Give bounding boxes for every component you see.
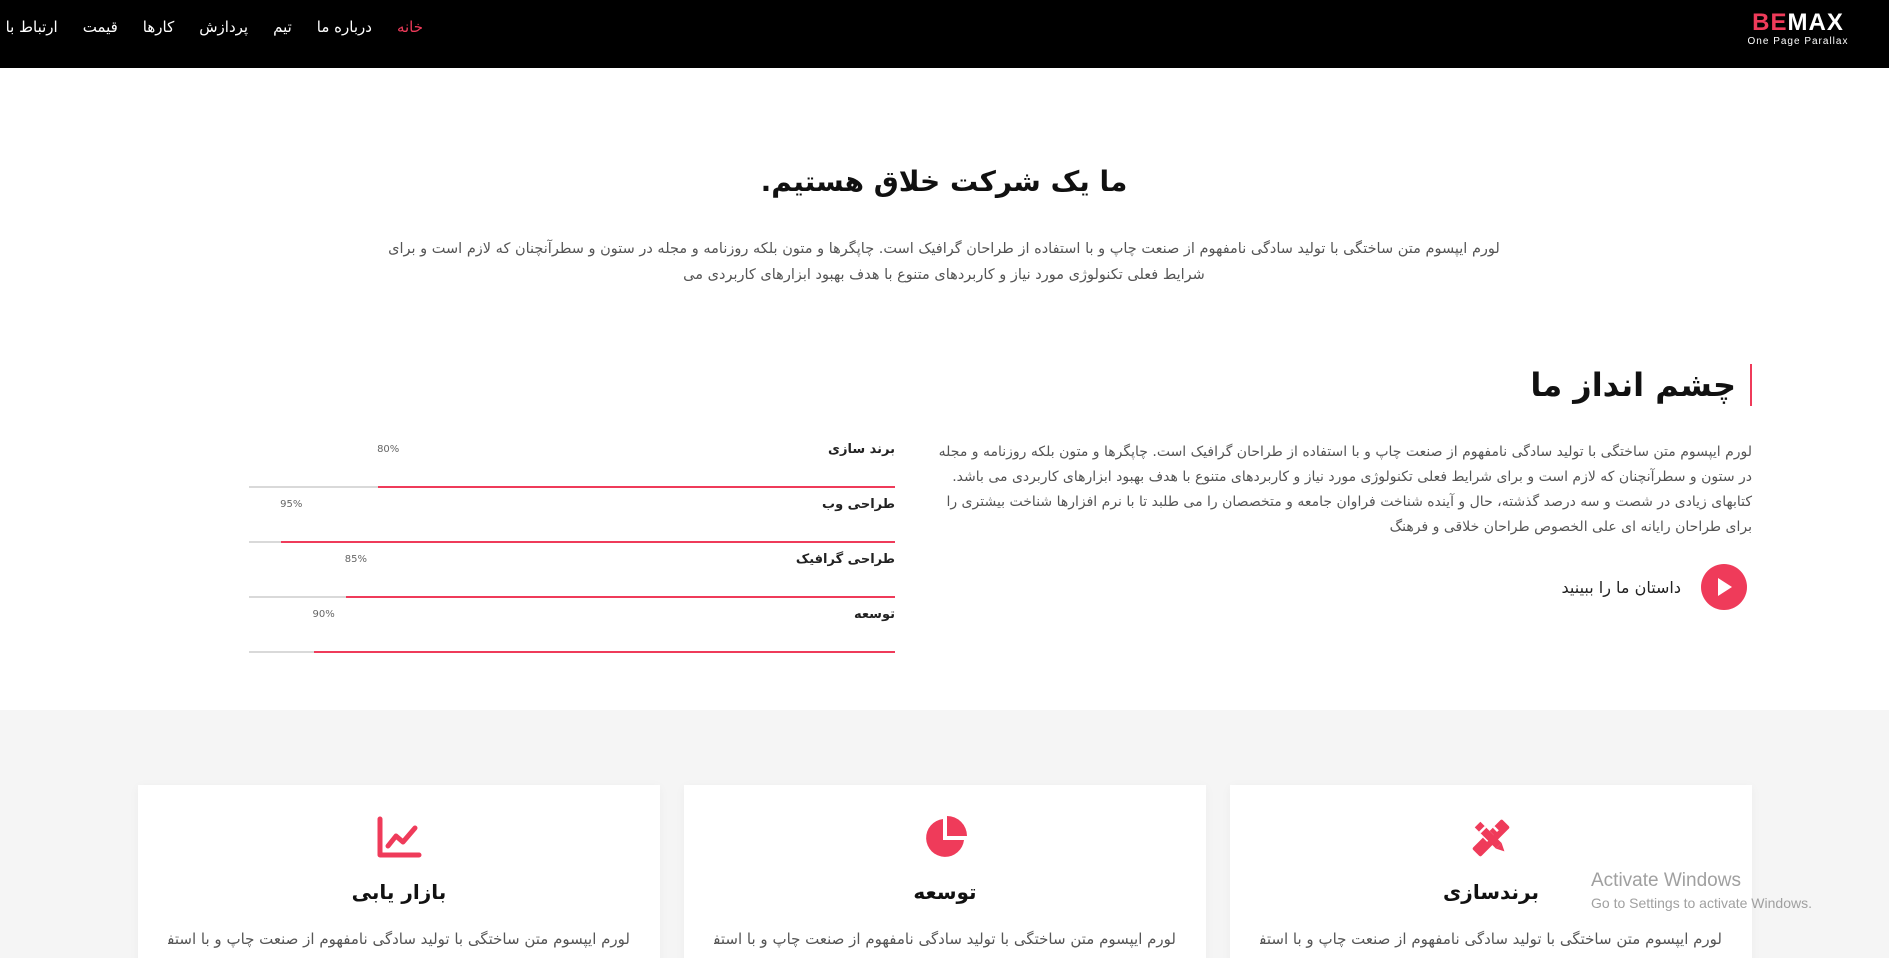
- skill-branding: برند سازی 80%: [250, 442, 896, 488]
- service-title: بازار یابی: [352, 880, 448, 904]
- service-text: لورم ایپسوم متن ساختگی با تولید سادگی نا…: [1261, 930, 1723, 948]
- nav-item-process[interactable]: پردازش: [200, 17, 249, 37]
- logo-word-max: MAX: [1788, 9, 1845, 36]
- skill-label: طراحی وب: [823, 497, 896, 512]
- nav-item-about[interactable]: درباره ما: [318, 17, 373, 37]
- service-text: لورم ایپسوم متن ساختگی با تولید سادگی نا…: [715, 930, 1177, 948]
- main-nav: خانه درباره ما تیم پردازش کارها قیمت ارت…: [0, 17, 424, 37]
- skill-track: [250, 486, 896, 488]
- logo-tagline: One Page Parallax: [1748, 36, 1850, 47]
- watch-story-button[interactable]: داستان ما را ببینید: [1563, 564, 1748, 610]
- service-text: لورم ایپسوم متن ساختگی با تولید سادگی نا…: [169, 930, 631, 948]
- vision-text: لورم ایپسوم متن ساختگی با تولید سادگی نا…: [939, 444, 1753, 535]
- story-label: داستان ما را ببینید: [1562, 577, 1682, 597]
- skill-percent: 80%: [378, 444, 401, 455]
- skill-fill: [379, 486, 896, 488]
- skill-label: توسعه: [854, 607, 896, 622]
- brand-logo[interactable]: BEMAX One Page Parallax: [1734, 9, 1864, 48]
- pen-ruler-icon: [1473, 819, 1511, 857]
- play-icon: [1719, 578, 1733, 596]
- skill-track: [250, 651, 896, 653]
- nav-item-works[interactable]: کارها: [144, 17, 175, 37]
- line-chart-icon: [378, 816, 423, 858]
- skill-development: توسعه 90%: [250, 607, 896, 653]
- play-button[interactable]: [1702, 564, 1748, 610]
- skill-track: [250, 541, 896, 543]
- logo-word-be: BE: [1753, 9, 1789, 36]
- services-section: برندسازی لورم ایپسوم متن ساختگی با تولید…: [0, 710, 1890, 958]
- skill-fill: [282, 541, 896, 543]
- skill-percent: 85%: [345, 554, 369, 565]
- skill-track: [250, 596, 896, 598]
- skill-web-design: طراحی وب 95%: [250, 497, 896, 543]
- skill-fill: [346, 596, 896, 598]
- service-card-development: توسعه لورم ایپسوم متن ساختگی با تولید سا…: [685, 785, 1207, 958]
- nav-item-home[interactable]: خانه: [398, 17, 424, 37]
- navbar: BEMAX One Page Parallax خانه درباره ما ت…: [0, 0, 1890, 68]
- nav-item-pricing[interactable]: قیمت: [84, 17, 119, 37]
- skill-percent: 90%: [313, 609, 336, 620]
- windows-activation-watermark: Activate Windows Go to Settings to activ…: [1592, 869, 1813, 913]
- skill-label: برند سازی: [829, 442, 896, 457]
- service-card-marketing: بازار یابی لورم ایپسوم متن ساختگی با تول…: [139, 785, 661, 958]
- nav-item-team[interactable]: تیم: [274, 17, 293, 37]
- skill-graphic-design: طراحی گرافیک 85%: [250, 552, 896, 598]
- watermark-subtitle: Go to Settings to activate Windows.: [1592, 895, 1813, 911]
- intro-text: لورم ایپسوم متن ساختگی با تولید سادگی نا…: [389, 241, 1501, 283]
- skill-label: طراحی گرافیک: [796, 552, 896, 567]
- skill-percent: 95%: [281, 499, 304, 510]
- vision-heading: چشم انداز ما: [1531, 364, 1753, 406]
- watermark-title: Activate Windows: [1592, 870, 1742, 891]
- skill-fill: [314, 651, 896, 653]
- intro-title: ما یک شرکت خلاق هستیم.: [761, 165, 1129, 198]
- vision-title: چشم انداز ما: [1531, 366, 1737, 404]
- pie-chart-icon: [927, 816, 968, 857]
- nav-item-contact[interactable]: ارتباط با ما: [0, 17, 59, 37]
- service-title: توسعه: [914, 880, 978, 904]
